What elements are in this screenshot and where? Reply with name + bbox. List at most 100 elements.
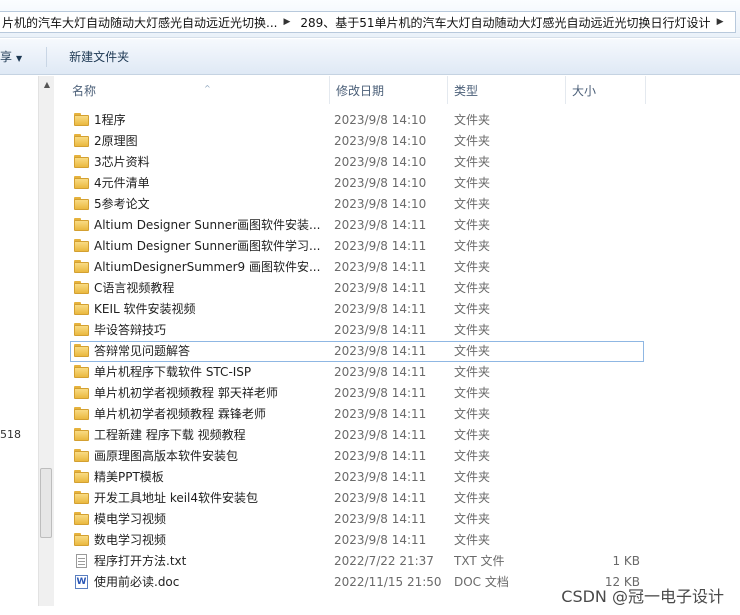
file-date: 2023/9/8 14:11 [334, 407, 427, 421]
folder-row[interactable]: 精美PPT模板 2023/9/8 14:11 文件夹 [56, 467, 740, 488]
breadcrumb-item-parent[interactable]: 片机的汽车大灯自动随动大灯感光自动远近光切换... [0, 14, 279, 31]
sort-ascending-icon: ^ [204, 84, 211, 93]
file-type: 文件夹 [454, 407, 491, 421]
share-button[interactable]: 享 ▼ [0, 48, 28, 65]
file-name: 程序打开方法.txt [94, 554, 187, 568]
file-name: 开发工具地址 keil4软件安装包 [94, 491, 259, 505]
chevron-right-icon[interactable]: ▶ [279, 17, 298, 27]
file-type: 文件夹 [454, 176, 491, 190]
file-type: 文件夹 [454, 281, 491, 295]
file-date: 2023/9/8 14:10 [334, 197, 427, 211]
folder-row[interactable]: 开发工具地址 keil4软件安装包 2023/9/8 14:11 文件夹 [56, 488, 740, 509]
file-name: 单片机程序下载软件 STC-ISP [94, 365, 252, 379]
file-date: 2023/9/8 14:11 [334, 260, 427, 274]
file-date: 2023/9/8 14:11 [334, 365, 427, 379]
address-bar[interactable]: 片机的汽车大灯自动随动大灯感光自动远近光切换... ▶ 289、基于51单片机的… [0, 0, 740, 38]
file-name: 画原理图高版本软件安装包 [94, 449, 239, 463]
folder-row[interactable]: 单片机初学者视频教程 霖锋老师 2023/9/8 14:11 文件夹 [56, 404, 740, 425]
doc-file-icon: W [75, 575, 88, 589]
file-list-view[interactable]: 名称 ^ 修改日期 类型 大小 1程序 2023/9/8 14:10 文件夹 2原理图… [56, 76, 740, 615]
file-date: 2023/9/8 14:10 [334, 134, 427, 148]
folder-row[interactable]: AltiumDesignerSummer9 画图软件安... 2023/9/8 1… [56, 257, 740, 278]
folder-row[interactable]: C语言视频教程 2023/9/8 14:11 文件夹 [56, 278, 740, 299]
file-name: 2原理图 [94, 134, 138, 148]
file-name: Altium Designer Sunner画图软件安装... [94, 218, 321, 232]
folder-row[interactable]: 数电学习视频 2023/9/8 14:11 文件夹 [56, 530, 740, 551]
file-type: 文件夹 [454, 344, 491, 358]
folder-row[interactable]: Altium Designer Sunner画图软件学习... 2023/9/8 … [56, 236, 740, 257]
file-date: 2023/9/8 14:11 [334, 323, 427, 337]
folder-icon [74, 260, 89, 274]
folder-row[interactable]: 毕设答辩技巧 2023/9/8 14:11 文件夹 [56, 320, 740, 341]
file-type: DOC 文档 [454, 575, 509, 589]
file-date: 2023/9/8 14:10 [334, 176, 427, 190]
file-name: 1程序 [94, 113, 126, 127]
file-type: 文件夹 [454, 155, 491, 169]
file-date: 2023/9/8 14:11 [334, 302, 427, 316]
folder-row[interactable]: 3芯片资料 2023/9/8 14:10 文件夹 [56, 152, 740, 173]
folder-icon [74, 407, 89, 421]
chevron-right-icon[interactable]: ▶ [713, 17, 732, 27]
command-toolbar: 享 ▼ 新建文件夹 [0, 39, 740, 75]
column-headers: 名称 ^ 修改日期 类型 大小 [56, 76, 740, 104]
new-folder-button[interactable]: 新建文件夹 [63, 48, 135, 65]
file-type: 文件夹 [454, 512, 491, 526]
toolbar-divider [46, 46, 48, 67]
folder-row[interactable]: 答辩常见问题解答 2023/9/8 14:11 文件夹 [70, 341, 644, 362]
file-type: 文件夹 [454, 470, 491, 484]
folder-icon [74, 134, 89, 148]
scroll-up-arrow-icon[interactable]: ▲ [39, 80, 55, 89]
folder-icon [74, 302, 89, 316]
file-name: KEIL 软件安装视频 [94, 302, 196, 316]
folder-row[interactable]: 单片机程序下载软件 STC-ISP 2023/9/8 14:11 文件夹 [56, 362, 740, 383]
folder-icon [74, 155, 89, 169]
file-size: 1 KB [612, 554, 640, 568]
breadcrumb[interactable]: 片机的汽车大灯自动随动大灯感光自动远近光切换... ▶ 289、基于51单片机的… [0, 11, 736, 33]
folder-icon [74, 176, 89, 190]
folder-row[interactable]: KEIL 软件安装视频 2023/9/8 14:11 文件夹 [56, 299, 740, 320]
file-type: 文件夹 [454, 449, 491, 463]
folder-row[interactable]: 4元件清单 2023/9/8 14:10 文件夹 [56, 173, 740, 194]
file-type: 文件夹 [454, 260, 491, 274]
file-type: 文件夹 [454, 533, 491, 547]
file-date: 2023/9/8 14:11 [334, 239, 427, 253]
column-header-size[interactable]: 大小 [566, 76, 646, 104]
file-date: 2023/9/8 14:10 [334, 113, 427, 127]
column-header-date[interactable]: 修改日期 [330, 76, 448, 104]
column-header-type[interactable]: 类型 [448, 76, 566, 104]
scrollbar-thumb[interactable] [40, 468, 52, 538]
watermark: CSDN @冠一电子设计 [561, 587, 724, 606]
file-date: 2023/9/8 14:10 [334, 155, 427, 169]
file-name: 4元件清单 [94, 176, 150, 190]
nav-item-partial[interactable]: 518 [0, 428, 21, 441]
file-date: 2023/9/8 14:11 [334, 281, 427, 295]
folder-row[interactable]: 画原理图高版本软件安装包 2023/9/8 14:11 文件夹 [56, 446, 740, 467]
folder-icon [74, 323, 89, 337]
file-date: 2023/9/8 14:11 [334, 386, 427, 400]
file-row[interactable]: 程序打开方法.txt 2022/7/22 21:37 TXT 文件 1 KB [56, 551, 740, 572]
file-type: 文件夹 [454, 113, 491, 127]
folder-icon [74, 365, 89, 379]
file-date: 2023/9/8 14:11 [334, 470, 427, 484]
file-type: 文件夹 [454, 239, 491, 253]
folder-row[interactable]: 5参考论文 2023/9/8 14:10 文件夹 [56, 194, 740, 215]
folder-row[interactable]: 2原理图 2023/9/8 14:10 文件夹 [56, 131, 740, 152]
folder-row[interactable]: 单片机初学者视频教程 郭天祥老师 2023/9/8 14:11 文件夹 [56, 383, 740, 404]
folder-row[interactable]: 1程序 2023/9/8 14:10 文件夹 [56, 110, 740, 131]
file-type: 文件夹 [454, 323, 491, 337]
nav-scrollbar[interactable]: ▲ [38, 76, 54, 606]
folder-row[interactable]: 模电学习视频 2023/9/8 14:11 文件夹 [56, 509, 740, 530]
file-type: 文件夹 [454, 302, 491, 316]
file-name: 使用前必读.doc [94, 575, 180, 589]
breadcrumb-item-current[interactable]: 289、基于51单片机的汽车大灯自动随动大灯感光自动远近光切换日行灯设计 [298, 14, 712, 31]
file-date: 2023/9/8 14:11 [334, 533, 427, 547]
folder-row[interactable]: Altium Designer Sunner画图软件安装... 2023/9/8 … [56, 215, 740, 236]
file-name: 5参考论文 [94, 197, 150, 211]
file-name: 3芯片资料 [94, 155, 150, 169]
navigation-pane[interactable]: 518 [0, 76, 38, 615]
folder-row[interactable]: 工程新建 程序下载 视频教程 2023/9/8 14:11 文件夹 [56, 425, 740, 446]
column-header-name[interactable]: 名称 ^ [66, 76, 330, 104]
column-header-name-label: 名称 [72, 84, 97, 98]
file-name: 单片机初学者视频教程 郭天祥老师 [94, 386, 278, 400]
folder-icon [74, 491, 89, 505]
